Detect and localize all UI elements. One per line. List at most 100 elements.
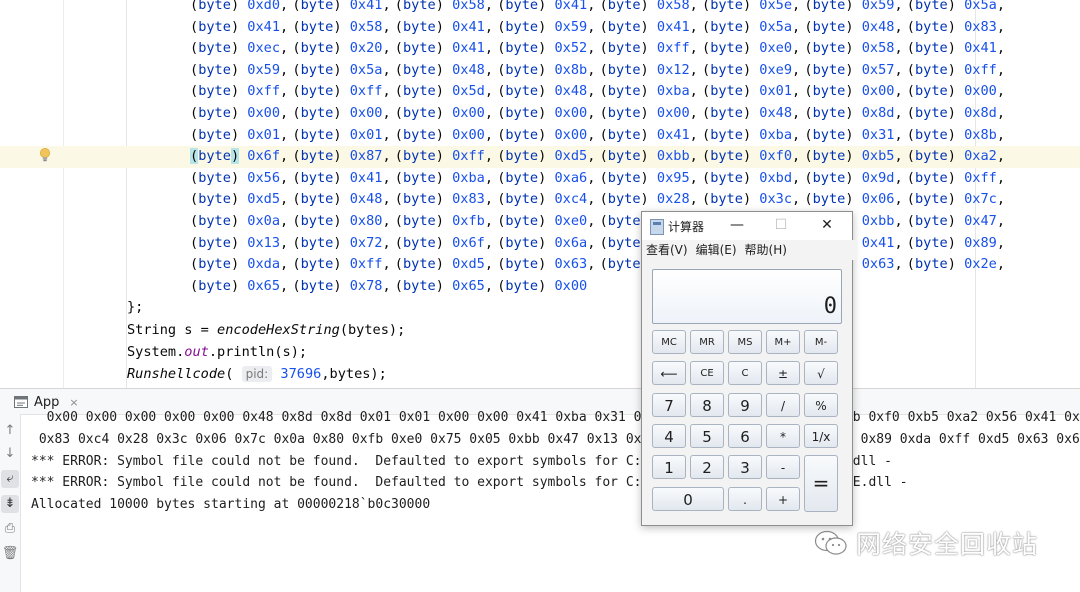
key-multiply[interactable]: * (766, 424, 800, 448)
key-equals[interactable]: = (804, 455, 838, 512)
code-line-run[interactable]: Runshellcode( pid: 37696,bytes); (0, 364, 1080, 386)
scroll-down-icon[interactable]: ↓ (1, 445, 19, 463)
minimize-button[interactable]: — (722, 212, 752, 240)
key-backspace[interactable]: ⟵ (652, 361, 686, 385)
key-c[interactable]: C (728, 361, 762, 385)
byte-array-line[interactable]: (byte) 0xda, (byte) 0xff, (byte) 0xd5, (byt… (0, 254, 1080, 276)
key-ce[interactable]: CE (690, 361, 724, 385)
code-editor[interactable]: (byte) 0xd0, (byte) 0x41, (byte) 0x58, (byt… (0, 0, 1080, 388)
code-line-close-brace[interactable]: }; (0, 297, 1080, 319)
byte-cast: (byte) (394, 83, 444, 100)
byte-array-line[interactable]: (byte) 0xd5, (byte) 0x48, (byte) 0x83, (byt… (0, 189, 1080, 211)
byte-cast: (byte) (906, 148, 956, 165)
byte-cast: (byte) (804, 0, 854, 13)
key-divide[interactable]: / (766, 393, 800, 417)
byte-literal: (byte) 0x00, (497, 125, 595, 147)
key-3[interactable]: 3 (728, 455, 762, 479)
menu-edit[interactable]: 编辑(E) (696, 240, 737, 260)
calculator-title: 计算器 (668, 220, 705, 234)
calculator-window[interactable]: 计算器 — ☐ ✕ 查看(V) 编辑(E) 帮助(H) 0 MC MR MS M… (641, 211, 856, 526)
byte-cast: (byte) (599, 169, 649, 186)
byte-array-line[interactable]: (byte) 0xec, (byte) 0x20, (byte) 0x41, (byt… (0, 38, 1080, 60)
key-mr[interactable]: MR (690, 330, 724, 354)
key-m-minus[interactable]: M- (804, 330, 838, 354)
key-subtract[interactable]: - (766, 455, 800, 479)
key-0[interactable]: 0 (652, 487, 724, 511)
byte-array-line[interactable]: (byte) 0x65, (byte) 0x78, (byte) 0x65, (byt… (0, 276, 1080, 298)
code-line-print[interactable]: System.out.println(s); (0, 342, 1080, 364)
key-add[interactable]: + (766, 487, 800, 511)
key-5[interactable]: 5 (690, 424, 724, 448)
hex-value: 0x06 (853, 191, 895, 208)
hex-value: 0x41 (546, 0, 588, 13)
soft-wrap-icon[interactable]: ⤶ (1, 470, 19, 488)
scroll-to-end-icon[interactable]: ⇟ (1, 495, 19, 513)
print-icon[interactable]: ⎙ (1, 520, 19, 538)
hex-value: 0xff (648, 40, 690, 57)
key-ms[interactable]: MS (728, 330, 762, 354)
byte-literal: (byte) 0xc4, (497, 189, 595, 211)
byte-cast: (byte) (292, 0, 342, 13)
key-mc[interactable]: MC (652, 330, 686, 354)
close-button[interactable]: ✕ (812, 212, 842, 240)
byte-array-line[interactable]: (byte) 0x6f, (byte) 0x87, (byte) 0xff, (byt… (0, 146, 1080, 168)
hex-value: 0x41 (443, 40, 485, 57)
intention-bulb-icon[interactable] (39, 148, 51, 162)
param-hint-pid: pid: (241, 366, 273, 382)
key-m-plus[interactable]: M+ (766, 330, 800, 354)
key-percent[interactable]: % (804, 393, 838, 417)
key-1[interactable]: 1 (652, 455, 686, 479)
comma: , (894, 61, 903, 78)
key-6[interactable]: 6 (728, 424, 762, 448)
byte-array-line[interactable]: (byte) 0x0a, (byte) 0x80, (byte) 0xfb, (byt… (0, 211, 1080, 233)
byte-literal: (byte) 0xff, (907, 168, 1005, 190)
byte-array-line[interactable]: (byte) 0xff, (byte) 0xff, (byte) 0x5d, (byt… (0, 81, 1080, 103)
key-4[interactable]: 4 (652, 424, 686, 448)
byte-array-line[interactable]: (byte) 0x13, (byte) 0x72, (byte) 0x6f, (byt… (0, 233, 1080, 255)
comma: , (894, 40, 903, 57)
hex-value: 0x41 (648, 18, 690, 35)
code-line-encode[interactable]: String s = encodeHexString(bytes); (0, 320, 1080, 342)
byte-literal: (byte) 0x59, (190, 60, 288, 82)
byte-array-line[interactable]: (byte) 0x01, (byte) 0x01, (byte) 0x00, (byt… (0, 125, 1080, 147)
calculator-titlebar[interactable]: 计算器 — ☐ ✕ (642, 212, 852, 240)
byte-cast: (byte) (906, 18, 956, 35)
menu-view[interactable]: 查看(V) (646, 240, 688, 260)
byte-array-line[interactable]: (byte) 0xd0, (byte) 0x41, (byte) 0x58, (byt… (0, 0, 1080, 17)
key-8[interactable]: 8 (690, 393, 724, 417)
byte-cast: (byte) (906, 83, 956, 100)
trash-icon[interactable]: 🗑 (1, 545, 19, 563)
byte-cast: (byte) (497, 40, 547, 57)
byte-array-line[interactable]: (byte) 0x00, (byte) 0x00, (byte) 0x00, (byt… (0, 103, 1080, 125)
key-decimal[interactable]: . (728, 487, 762, 511)
comma: , (484, 148, 494, 165)
comma: , (587, 40, 596, 57)
byte-literal: (byte) 0x65, (395, 276, 493, 298)
hex-value: 0x59 (546, 18, 588, 35)
scroll-up-icon[interactable]: ↑ (1, 422, 19, 440)
hex-value: 0x7c (955, 191, 997, 208)
byte-cast: (byte) (497, 191, 547, 208)
key-9[interactable]: 9 (728, 393, 762, 417)
comma: , (382, 148, 391, 165)
run-open-paren: ( (225, 366, 234, 382)
byte-literal: (byte) 0xff, (600, 38, 698, 60)
byte-literal: (byte) 0xec, (190, 38, 288, 60)
menu-help[interactable]: 帮助(H) (745, 240, 787, 260)
byte-cast: (byte) (394, 61, 444, 78)
hex-value: 0x83 (955, 18, 997, 35)
key-sqrt[interactable]: √ (804, 361, 838, 385)
key-7[interactable]: 7 (652, 393, 686, 417)
key-reciprocal[interactable]: 1/x (804, 424, 838, 448)
byte-cast: (byte) (497, 169, 547, 186)
maximize-button[interactable]: ☐ (766, 212, 796, 240)
byte-array-line[interactable]: (byte) 0x59, (byte) 0x5a, (byte) 0x48, (byt… (0, 60, 1080, 82)
comma: , (280, 40, 289, 57)
byte-cast: (byte) (702, 191, 752, 208)
key-plus-minus[interactable]: ± (766, 361, 800, 385)
byte-array-line[interactable]: (byte) 0x56, (byte) 0x41, (byte) 0xba, (byt… (0, 168, 1080, 190)
comma: , (689, 18, 698, 35)
key-2[interactable]: 2 (690, 455, 724, 479)
byte-array-line[interactable]: (byte) 0x41, (byte) 0x58, (byte) 0x41, (byt… (0, 17, 1080, 39)
byte-literal: (byte) 0x48, (497, 81, 595, 103)
